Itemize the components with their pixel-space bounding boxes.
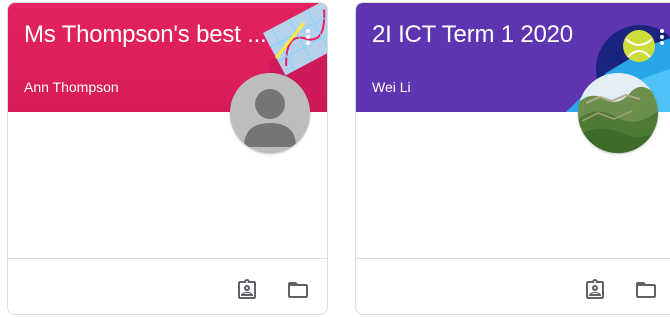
teacher-avatar: [230, 73, 310, 153]
open-your-work-button[interactable]: [583, 278, 607, 302]
folder-icon: [636, 282, 656, 298]
class-card-2i-ict[interactable]: 2I ICT Term 1 2020 Wei Li: [355, 2, 670, 315]
teacher-name[interactable]: Ann Thompson: [24, 79, 119, 95]
landscape-photo-icon: [578, 73, 658, 153]
open-your-work-button[interactable]: [235, 278, 259, 302]
open-folder-button[interactable]: [286, 278, 310, 302]
card-divider: [356, 258, 670, 259]
teacher-name[interactable]: Wei Li: [372, 79, 411, 95]
open-folder-button[interactable]: [634, 278, 658, 302]
person-icon: [230, 73, 310, 153]
more-options-icon[interactable]: [658, 27, 666, 49]
class-card-ms-thompson[interactable]: Ms Thompson's best ... Ann Thompson: [7, 2, 328, 315]
more-options-icon[interactable]: [304, 27, 312, 49]
assignment-ind-icon: [586, 279, 604, 299]
teacher-avatar: [578, 73, 658, 153]
class-title[interactable]: Ms Thompson's best ...: [24, 21, 267, 49]
assignment-ind-icon: [238, 279, 256, 299]
class-title[interactable]: 2I ICT Term 1 2020: [372, 21, 573, 49]
card-divider: [8, 258, 327, 259]
folder-icon: [288, 282, 308, 298]
